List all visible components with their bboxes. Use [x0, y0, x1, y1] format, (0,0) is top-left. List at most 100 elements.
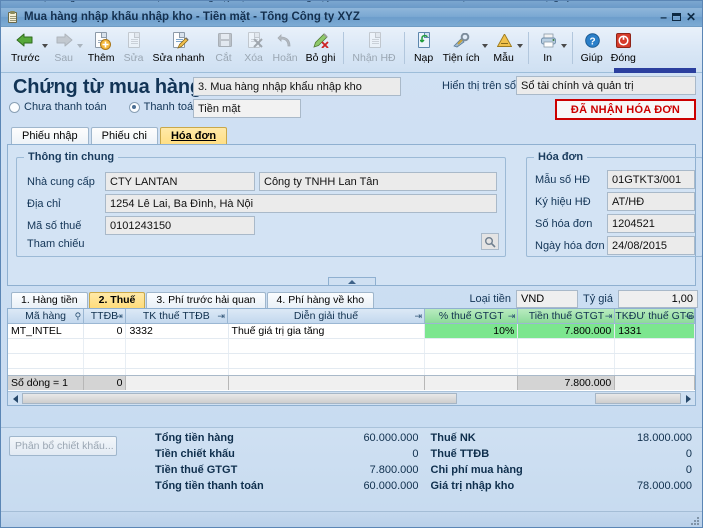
pin-icon[interactable]: ⇥ — [684, 311, 692, 321]
menu-item-nghiep-vu[interactable]: Nghiệp vụ — [201, 1, 246, 3]
currency-type-field[interactable]: VND — [516, 290, 579, 308]
window-controls[interactable]: – ✕ — [660, 11, 700, 23]
cell-ttdb[interactable]: 0 — [84, 324, 127, 338]
toolbar-button-hoan[interactable]: Hoãn — [269, 30, 302, 64]
invoice-number-label: Số hóa đơn — [535, 217, 593, 230]
cell-pct-thue-gtgt[interactable]: 10% — [424, 324, 519, 338]
grid-col-tkdu-thue-gtgt[interactable]: TKĐƯ thuế GTGT ⇥ — [615, 309, 695, 323]
pin-icon[interactable]: ⚲ — [75, 311, 82, 321]
cell-tk-thue-ttdb[interactable]: 3332 — [126, 324, 229, 338]
tab-thue[interactable]: 2. Thuế — [88, 292, 146, 308]
footer-vat-total: 7.800.000 — [518, 376, 616, 390]
print-dropdown-caret-icon[interactable] — [560, 44, 567, 48]
scroll-left-icon[interactable] — [8, 392, 22, 405]
supplier-code-field[interactable]: CTY LANTAN — [105, 172, 255, 191]
allocate-discount-button[interactable]: Phân bổ chiết khấu... — [9, 436, 117, 456]
grid-col-dien-giai-thue[interactable]: Diễn giải thuế ⇥ — [228, 309, 426, 323]
document-icon — [6, 10, 19, 24]
tab-phieu-nhap[interactable]: Phiếu nhập — [11, 127, 89, 144]
supplier-name-field[interactable]: Công ty TNHH Lan Tân — [259, 172, 497, 191]
toolbar-label: Nhận HĐ — [352, 52, 396, 64]
menu-item-tong-hop[interactable]: Tổng hợp — [289, 1, 332, 3]
toolbar-button-sau[interactable]: Sau — [49, 30, 79, 64]
tools-icon — [450, 31, 472, 50]
menu-item-tien-ich[interactable]: Tiện ích — [453, 1, 488, 3]
toolbar-button-dong[interactable]: Đóng — [607, 30, 640, 64]
tab-phieu-chi[interactable]: Phiếu chi — [90, 127, 158, 144]
table-row[interactable] — [8, 339, 695, 354]
tab-hoa-don[interactable]: Hóa đơn — [159, 127, 228, 144]
scroll-right-icon[interactable] — [681, 392, 695, 405]
toolbar-button-bo-ghi[interactable]: Bỏ ghi — [302, 30, 340, 64]
tax-data-grid[interactable]: Mã hàng ⚲ TTĐB ⇥ TK thuế TTĐB ⇥ Diễn giải t… — [7, 308, 696, 406]
toolbar-label: Trước — [11, 52, 40, 64]
document-type-field[interactable]: 3. Mua hàng nhập khẩu nhập kho — [193, 77, 401, 96]
toolbar-button-in[interactable]: In — [533, 30, 563, 64]
tab-phi-truoc-hai-quan[interactable]: 3. Phí trước hải quan — [146, 292, 266, 308]
scroll-thumb[interactable] — [22, 393, 457, 404]
form-no-field[interactable]: 01GTKT3/001 — [607, 170, 695, 189]
grid-horizontal-scrollbar[interactable] — [8, 391, 695, 405]
grid-col-pct-thue-gtgt[interactable]: % thuế GTGT ⇥ — [425, 309, 519, 323]
forward-dropdown-caret-icon[interactable] — [76, 44, 83, 48]
address-field[interactable]: 1254 Lê Lai, Ba Đình, Hà Nội — [105, 194, 497, 213]
menu-item-he-thong[interactable]: Hệ thống — [35, 1, 76, 3]
pin-icon[interactable]: ⇥ — [217, 311, 225, 321]
menu-item-danh-muc[interactable]: Danh mục — [121, 1, 167, 3]
cell-tkdu-thue-gtgt[interactable]: 1331 — [615, 324, 695, 338]
radio-chua-thanh-toan[interactable] — [9, 101, 20, 113]
cell-dien-giai-thue[interactable]: Thuế giá trị gia tăng — [229, 324, 425, 338]
payment-method-field[interactable]: Tiền mặt — [193, 99, 301, 118]
grid-col-tien-thue-gtgt[interactable]: Tiền thuế GTGT ⇥ — [518, 309, 616, 323]
toolbar-button-sua[interactable]: Sửa — [119, 30, 149, 64]
grid-col-tk-thue-ttdb[interactable]: TK thuế TTĐB ⇥ — [126, 309, 228, 323]
show-on-book-field[interactable]: Sổ tài chính và quản trị — [516, 76, 696, 95]
tab-hang-tien[interactable]: 1. Hàng tiền — [11, 292, 88, 308]
toolbar-button-giup[interactable]: ? Giúp — [577, 30, 607, 64]
info-panel: Thông tin chung Nhà cung cấp CTY LANTAN … — [7, 144, 702, 286]
minimize-button[interactable]: – — [660, 11, 667, 23]
toolbar-button-them[interactable]: Thêm — [84, 30, 119, 64]
lookup-icon[interactable] — [481, 233, 499, 250]
menu-item-tro-giup[interactable]: Trợ giúp — [535, 1, 572, 3]
back-dropdown-caret-icon[interactable] — [41, 44, 48, 48]
toolbar-button-mau[interactable]: Mẫu — [489, 30, 519, 64]
symbol-field[interactable]: AT/HĐ — [607, 192, 695, 211]
exchange-rate-field[interactable]: 1,00 — [618, 290, 698, 308]
scroll-track[interactable] — [22, 393, 681, 404]
toolbar-button-truoc[interactable]: Trước — [7, 30, 44, 64]
cell-tien-thue-gtgt[interactable]: 7.800.000 — [518, 324, 616, 338]
radio-thanh-toan-ngay[interactable] — [128, 101, 140, 113]
tab-phi-hang-ve-kho[interactable]: 4. Phí hàng về kho — [266, 292, 375, 308]
table-row[interactable]: MT_INTEL 0 3332 Thuế giá trị gia tăng 10… — [8, 324, 695, 339]
toolbar-button-sua-nhanh[interactable]: Sửa nhanh — [149, 30, 209, 64]
grid-col-ttdb[interactable]: TTĐB ⇥ — [84, 309, 126, 323]
pin-icon[interactable]: ⇥ — [414, 311, 422, 321]
tools-dropdown-caret-icon[interactable] — [481, 44, 488, 48]
table-row[interactable] — [8, 354, 695, 369]
pin-icon[interactable]: ⇥ — [115, 311, 123, 321]
pin-icon[interactable]: ⇥ — [508, 311, 516, 321]
toolbar-button-nap[interactable]: Nạp — [409, 30, 439, 64]
toolbar-button-tien-ich[interactable]: Tiện ích — [439, 30, 484, 64]
template-dropdown-caret-icon[interactable] — [516, 44, 523, 48]
tax-code-label: Mã số thuế — [27, 219, 82, 232]
tax-code-field[interactable]: 0101243150 — [105, 216, 255, 235]
resize-grip-icon[interactable] — [689, 515, 700, 526]
menu-item-bao-cao[interactable]: Báo cáo — [373, 1, 410, 3]
toolbar-button-xoa[interactable]: Xóa — [239, 30, 269, 64]
pin-icon[interactable]: ⇥ — [605, 311, 613, 321]
toolbar-button-cat[interactable]: Cắt — [209, 30, 239, 64]
close-button[interactable]: ✕ — [686, 11, 696, 23]
scroll-thumb-secondary[interactable] — [595, 393, 681, 404]
maximize-button[interactable] — [671, 13, 681, 21]
toolbar-button-nhan-hd[interactable]: Nhận HĐ — [348, 30, 399, 64]
panel-collapse-handle[interactable] — [327, 277, 376, 286]
invoice-number-field[interactable]: 1204521 — [607, 214, 695, 233]
tab-label: 1. Hàng tiền — [21, 294, 78, 306]
invoice-info-group: Hóa đơn Mẫu số HĐ 01GTKT3/001 Ký hiệu HĐ… — [526, 151, 702, 257]
cell-ma-hang[interactable]: MT_INTEL — [8, 324, 85, 338]
menu-bar[interactable]: Hệ thống Danh mục Nghiệp vụ Tổng hợp Báo… — [1, 1, 702, 8]
grid-col-ma-hang[interactable]: Mã hàng ⚲ — [8, 309, 85, 323]
invoice-date-field[interactable]: 24/08/2015 — [607, 236, 695, 255]
